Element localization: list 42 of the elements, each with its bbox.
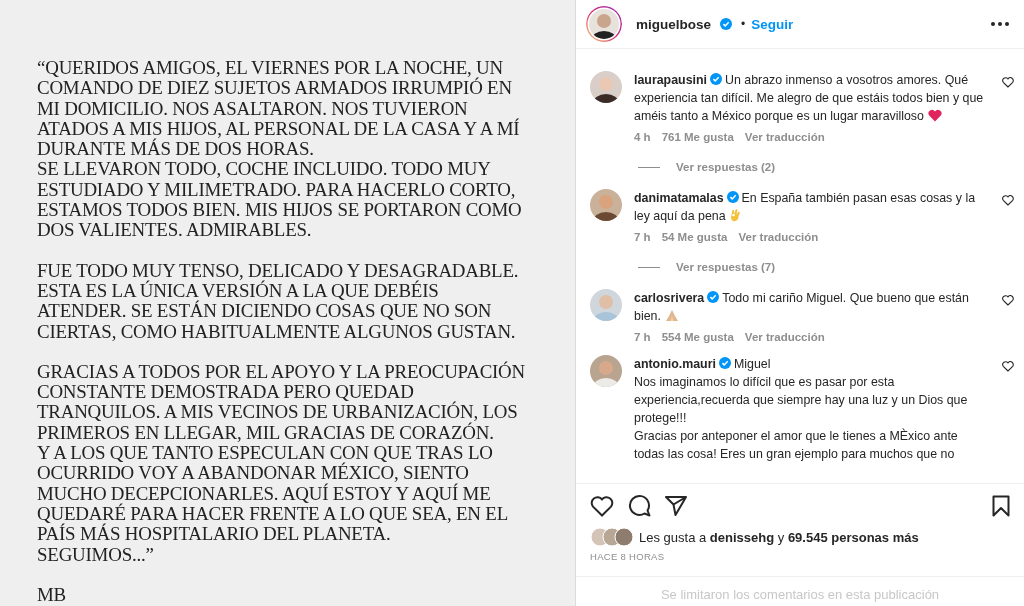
bookmark-icon[interactable] bbox=[992, 494, 1010, 517]
comment-text: danimatamalas En España también pasan esas cosas y la ley aquí da pena bbox=[634, 190, 977, 225]
like-heart-icon[interactable] bbox=[1002, 295, 1014, 306]
like-heart-icon[interactable] bbox=[590, 494, 614, 517]
view-replies-link[interactable]: Ver respuestas (2) bbox=[638, 161, 990, 173]
comment-text: antonio.mauri Miguel Nos imaginamos lo difícil que es pasar por esta experiencia,recuerda que siempre hay una luz y un Dios que protege!!! Gracias por anteponer el amor que le tienes a MÈxico ante todas las cosa! Eres un gran ejemplo para muchos que no bbox=[634, 356, 969, 463]
likes-count-link[interactable]: 761 Me gusta bbox=[661, 131, 734, 143]
like-heart-icon[interactable] bbox=[1002, 361, 1014, 372]
commenter-avatar[interactable] bbox=[590, 189, 622, 221]
post-text: MB bbox=[37, 584, 67, 606]
post-timestamp: HACE 8 HORAS bbox=[589, 550, 666, 564]
comment-time: 7 h bbox=[634, 231, 651, 243]
translate-link[interactable]: Ver traducción bbox=[744, 331, 825, 343]
commenter-avatar[interactable] bbox=[590, 71, 622, 103]
comment-time: 4 h bbox=[634, 131, 651, 143]
share-send-icon[interactable] bbox=[665, 495, 687, 516]
profile-avatar[interactable] bbox=[586, 6, 622, 42]
like-heart-icon[interactable] bbox=[1002, 77, 1014, 88]
post-text: “QUERIDOS AMIGOS, EL VIERNES POR LA NOCHE, UN COMANDO DE DIEZ SUJETOS ARMADOS IRRUMPIÓ EN MI DOMICILIO. NOS ASALTARON. NOS TUVIERON ATADOS A MIS HIJOS, AL PERSONAL DE LA CASA Y A MÍ DURANTE MÁS DE DOS HORAS. SE LLEVARON TODO, COCHE INCLUIDO. TODO MUY ESTUDIADO Y MILIMETRADO. PARA HACERLO CORTO, ESTAMOS TODOS BIEN. MIS HIJOS SE PORTARON COMO DOS VALIENTES. ADMIRABLES. bbox=[37, 58, 523, 241]
likes-count-link[interactable]: 54 Me gusta bbox=[661, 231, 728, 243]
post-text: FUE TODO MUY TENSO, DELICADO Y DESAGRADABLE. ESTA ES LA ÚNICA VERSIÓN A LA QUE DEBÉIS ATENDER. SE ESTÁN DICIENDO COSAS QUE NO SON CIERTAS, COMO HABITUALMENTE ALGUNOS GUSTAN. bbox=[37, 260, 520, 342]
comments-limited-notice: Se limitaron los comentarios en esta publicación bbox=[576, 576, 1024, 606]
liked-by-avatars-icon[interactable] bbox=[590, 527, 634, 547]
translate-link[interactable]: Ver traducción bbox=[744, 131, 825, 143]
separator-dot: • bbox=[741, 17, 746, 31]
post-text: GRACIAS A TODOS POR EL APOYO Y LA PREOCUPACIÓN CONSTANTE DEMOSTRADA PERO QUEDAD TRANQUILOS. A MIS VECINOS DE URBANIZACIÓN, LOS PRIMEROS EN LLEGAR, MIL GRACIAS DE CORAZÓN. Y A LOS QUE TANTO ESPECULAN CON QUE TRAS LO OCURRIDO VOY A ABANDONAR MÉXICO, SIENTO MUCHO DECEPCIONARLES. AQUÍ ESTOY Y AQUÍ ME QUEDARÉ PARA HACER FRENTE A LO QUE SEA, EN EL PAÍS MÁS HOSPITALARIO DEL PLANETA. SEGUIMOS...” bbox=[37, 361, 526, 565]
comment-time: 7 h bbox=[634, 331, 651, 343]
comment-text: laurapausini Un abrazo inmenso a vosotros amores. Qué experiencia tan difícil. Me alegro de que estáis todos bien y que améis tanto a México porque es un lugar maravilloso bbox=[634, 72, 985, 125]
username-link[interactable]: laurapausini bbox=[634, 73, 707, 87]
comment-text: carlosrivera Todo mi cariño Miguel. Que bueno que están bien. bbox=[634, 290, 970, 325]
username-link[interactable]: miguelbose bbox=[636, 16, 711, 32]
username-link[interactable]: danimatamalas bbox=[634, 191, 724, 205]
username-link[interactable]: carlosrivera bbox=[634, 291, 705, 305]
translate-link[interactable]: Ver traducción bbox=[738, 231, 819, 243]
like-heart-icon[interactable] bbox=[1002, 195, 1014, 206]
more-options-icon[interactable] bbox=[990, 21, 1010, 27]
likes-count-link[interactable]: 554 Me gusta bbox=[661, 331, 734, 343]
username-link[interactable]: antonio.mauri bbox=[634, 357, 716, 371]
comment-bubble-icon[interactable] bbox=[628, 494, 651, 517]
view-replies-link[interactable]: Ver respuestas (7) bbox=[638, 261, 990, 273]
follow-link[interactable]: Seguir bbox=[751, 16, 794, 32]
likes-summary: Les gusta a denissehg y 69.545 personas más bbox=[639, 529, 919, 545]
